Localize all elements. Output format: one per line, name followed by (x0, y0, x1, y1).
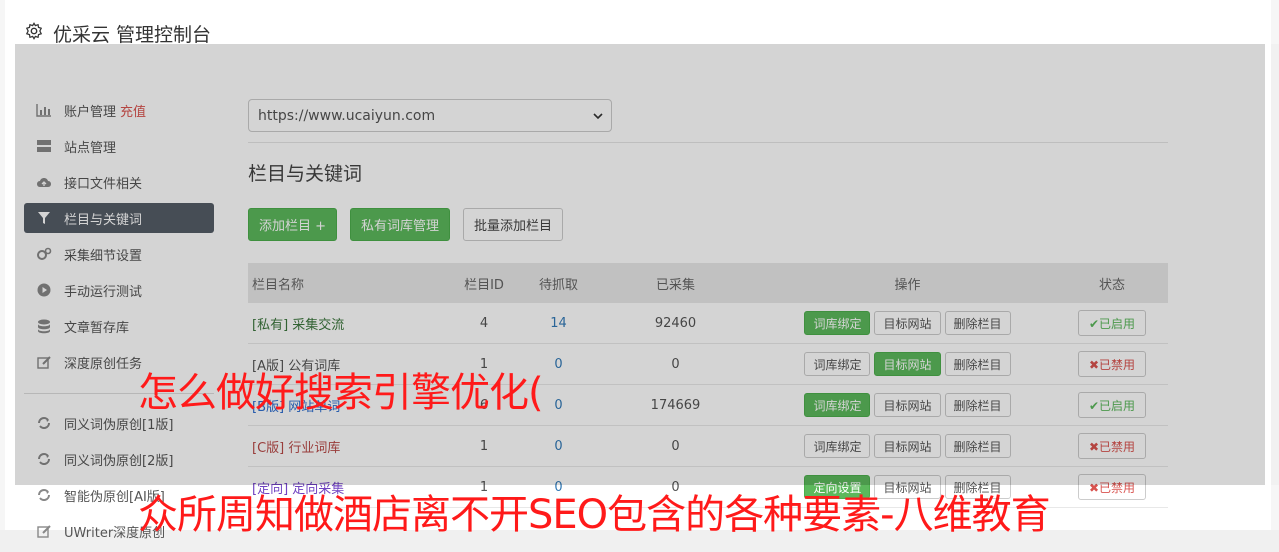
modal-backdrop[interactable] (15, 44, 1265, 485)
headline-line-1: 怎么做好搜索引擎优化( (138, 370, 544, 416)
scrollbar[interactable] (1271, 44, 1279, 485)
refresh-icon (36, 487, 52, 503)
page: 优采云 管理控制台 账户管理 充值 站点管理 接口文件相关 栏目与关键词 采集细节设置 手动… (0, 0, 1279, 541)
app-title: 优采云 管理控制台 (53, 24, 212, 46)
headline-line-2: 众所周知做酒店离不开SEO包含的各种要素-八维教育 (138, 492, 1051, 538)
edit-icon (36, 523, 52, 539)
gear-icon (25, 22, 43, 40)
